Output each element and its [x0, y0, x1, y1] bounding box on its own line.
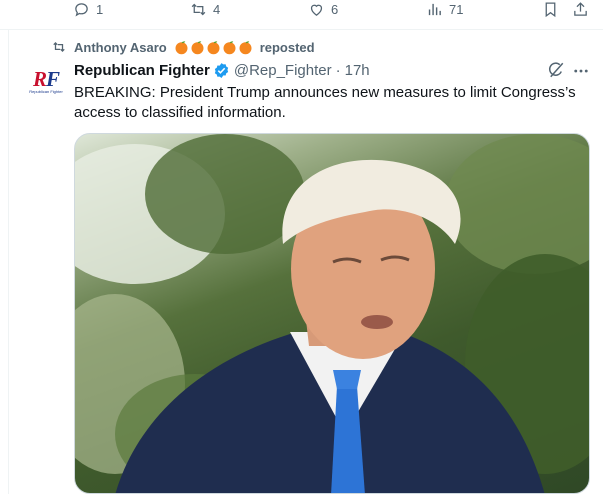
orange-emoji-icon: [223, 40, 236, 54]
repost-icon: [53, 42, 65, 52]
verified-badge-icon: [214, 62, 229, 78]
heart-icon: [310, 4, 323, 16]
more-icon[interactable]: [572, 62, 590, 80]
photo-illustration: [75, 134, 589, 493]
timeline-column-border: [8, 30, 9, 494]
display-name[interactable]: Republican Fighter: [74, 62, 210, 79]
views-chart-icon: [428, 3, 441, 15]
repost-button[interactable]: 4: [190, 0, 220, 18]
reply-count: 1: [96, 1, 104, 17]
bookmark-icon: [545, 1, 556, 17]
tweet-photo[interactable]: [74, 133, 590, 494]
tweet-text: BREAKING: President Trump announces new …: [74, 84, 576, 121]
tweet-divider: [0, 29, 603, 30]
tweet-author-row: Republican Fighter @Rep_Fighter · 17h: [74, 60, 370, 80]
avatar[interactable]: RF Republican Fighter: [27, 62, 65, 100]
repost-banner[interactable]: Anthony Asaro reposted: [52, 38, 315, 56]
avatar-logo-text: RF: [32, 66, 60, 91]
separator-dot: ·: [335, 61, 341, 79]
views-count: 71: [449, 1, 464, 17]
orange-emoji-icon: [175, 40, 188, 54]
handle[interactable]: @Rep_Fighter: [234, 62, 332, 79]
orange-emoji-icon: [239, 40, 252, 54]
like-button[interactable]: 6: [308, 0, 338, 18]
repost-count: 4: [213, 1, 221, 17]
reply-button[interactable]: 1: [73, 0, 103, 18]
like-count: 6: [331, 1, 339, 17]
repost-label: reposted: [259, 39, 315, 55]
previous-tweet-action-bar: 1 4 6 71: [0, 0, 603, 22]
reposter-name[interactable]: Anthony Asaro: [74, 40, 167, 55]
repost-icon: [191, 3, 206, 15]
reply-icon: [75, 2, 88, 17]
avatar-logo-subtext: Republican Fighter: [29, 88, 63, 94]
share-button[interactable]: [572, 0, 589, 18]
bookmark-button[interactable]: [542, 0, 559, 18]
orange-emoji-icon: [191, 40, 204, 54]
timestamp[interactable]: 17h: [345, 62, 370, 79]
grok-icon[interactable]: [547, 61, 565, 79]
orange-emoji-icon: [207, 40, 220, 54]
views-button[interactable]: 71: [426, 0, 463, 18]
emoji-row: [174, 40, 254, 55]
share-icon: [574, 1, 587, 16]
